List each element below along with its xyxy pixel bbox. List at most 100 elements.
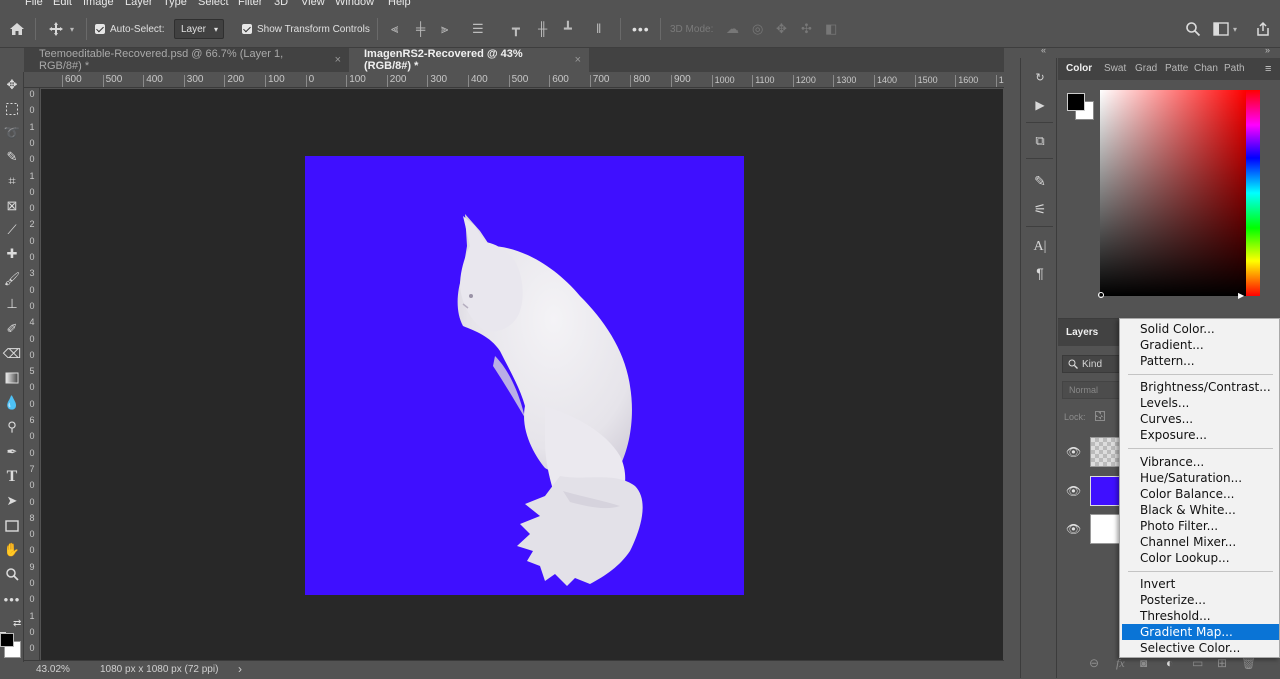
close-icon[interactable]: × bbox=[575, 54, 581, 66]
color-picker-cursor[interactable] bbox=[1098, 292, 1104, 298]
menu-item-channel-mixer[interactable]: Channel Mixer... bbox=[1122, 534, 1279, 550]
auto-select-dropdown[interactable]: Layer ▾ bbox=[174, 10, 224, 48]
close-icon[interactable]: × bbox=[335, 54, 341, 66]
menu-item-solid-color[interactable]: Solid Color... bbox=[1122, 321, 1279, 337]
distribute-vertical-icon[interactable]: ☰ bbox=[472, 22, 484, 36]
collapse-dock-icon[interactable]: « bbox=[1041, 45, 1046, 55]
rectangle-tool-icon[interactable] bbox=[2, 516, 22, 536]
new-group-icon[interactable]: ▭ bbox=[1192, 656, 1203, 670]
eyedropper-tool-icon[interactable]: ⟋ bbox=[2, 220, 22, 240]
pen-tool-icon[interactable]: ✒ bbox=[2, 442, 22, 462]
blur-tool-icon[interactable]: 💧 bbox=[2, 393, 22, 413]
healing-brush-tool-icon[interactable]: ✚ bbox=[2, 244, 22, 264]
menu-item-black-white[interactable]: Black & White... bbox=[1122, 502, 1279, 518]
history-brush-tool-icon[interactable]: ✐ bbox=[2, 319, 22, 339]
align-left-icon[interactable]: ⫷ bbox=[391, 22, 398, 36]
color-field[interactable] bbox=[1100, 90, 1246, 296]
menu-item-vibrance[interactable]: Vibrance... bbox=[1122, 454, 1279, 470]
brushes-panel-icon[interactable]: ✎ bbox=[1029, 170, 1051, 192]
menu-item-hue-saturation[interactable]: Hue/Saturation... bbox=[1122, 470, 1279, 486]
brush-tool-icon[interactable]: 🖌 bbox=[2, 269, 22, 289]
layer-mask-icon[interactable]: ◙ bbox=[1140, 656, 1147, 670]
history-panel-icon[interactable]: ↻ bbox=[1029, 66, 1051, 88]
menu-select[interactable]: Select bbox=[198, 0, 229, 8]
align-bottom-icon[interactable]: ┻ bbox=[564, 22, 572, 36]
menu-item-exposure[interactable]: Exposure... bbox=[1122, 427, 1279, 443]
blend-mode-dropdown[interactable]: Normal bbox=[1062, 381, 1122, 399]
new-layer-icon[interactable]: ⊞ bbox=[1217, 656, 1227, 670]
foreground-color-swatch[interactable] bbox=[0, 633, 14, 647]
layer-filter-kind[interactable]: Kind bbox=[1062, 355, 1122, 373]
crop-tool-icon[interactable]: ⌗ bbox=[2, 171, 22, 191]
menu-item-threshold[interactable]: Threshold... bbox=[1122, 608, 1279, 624]
menu-file[interactable]: File bbox=[25, 0, 43, 8]
menu-item-posterize[interactable]: Posterize... bbox=[1122, 592, 1279, 608]
3d-slide-icon[interactable]: ✣ bbox=[801, 22, 812, 36]
tab-layers[interactable]: Layers bbox=[1066, 327, 1098, 338]
actions-panel-icon[interactable]: ▶ bbox=[1029, 94, 1051, 116]
adjustments-panel-icon[interactable]: ⚟ bbox=[1029, 198, 1051, 220]
menu-item-levels[interactable]: Levels... bbox=[1122, 395, 1279, 411]
path-selection-tool-icon[interactable]: ➤ bbox=[2, 491, 22, 511]
clone-stamp-tool-icon[interactable]: ⊥ bbox=[2, 294, 22, 314]
color-swatches[interactable]: ⇄ bbox=[0, 618, 24, 662]
collapse-panels-icon[interactable]: » bbox=[1265, 45, 1270, 55]
character-panel-icon[interactable]: A| bbox=[1029, 236, 1051, 258]
paragraph-panel-icon[interactable]: ¶ bbox=[1029, 262, 1051, 284]
menu-item-selective-color[interactable]: Selective Color... bbox=[1122, 640, 1279, 656]
lasso-tool-icon[interactable]: ➰ bbox=[2, 123, 22, 143]
tab-patterns[interactable]: Patte bbox=[1165, 58, 1188, 80]
home-icon[interactable] bbox=[9, 10, 25, 48]
edit-toolbar-icon[interactable]: ••• bbox=[2, 589, 22, 609]
gradient-tool-icon[interactable] bbox=[2, 368, 22, 388]
menu-item-brightness-contrast[interactable]: Brightness/Contrast... bbox=[1122, 379, 1279, 395]
panel-menu-icon[interactable]: ≡ bbox=[1265, 63, 1271, 75]
3d-orbit-icon[interactable]: ☁ bbox=[726, 22, 739, 36]
menu-window[interactable]: Window bbox=[335, 0, 374, 8]
search-icon[interactable] bbox=[1185, 10, 1201, 48]
menu-3d[interactable]: 3D bbox=[274, 0, 288, 8]
type-tool-icon[interactable]: T bbox=[2, 467, 22, 487]
foreground-color-chip[interactable] bbox=[1067, 93, 1085, 111]
swap-colors-icon[interactable]: ⇄ bbox=[13, 618, 21, 629]
tab-color[interactable]: Color bbox=[1066, 58, 1092, 80]
align-right-icon[interactable]: ⫸ bbox=[441, 22, 448, 36]
3d-pan-icon[interactable]: ✥ bbox=[776, 22, 787, 36]
align-vertical-center-icon[interactable]: ╫ bbox=[538, 22, 547, 36]
menu-help[interactable]: Help bbox=[388, 0, 411, 8]
menu-view[interactable]: View bbox=[301, 0, 325, 8]
layer-style-icon[interactable]: fx bbox=[1116, 656, 1125, 671]
lock-transparency-icon[interactable] bbox=[1095, 411, 1105, 421]
tab-imagenrs2[interactable]: ImagenRS2-Recovered @ 43% (RGB/8#) * × bbox=[349, 48, 589, 72]
eye-icon[interactable]: 👁 bbox=[1066, 445, 1081, 459]
show-transform-controls-checkbox[interactable]: Show Transform Controls bbox=[242, 10, 370, 48]
menu-item-curves[interactable]: Curves... bbox=[1122, 411, 1279, 427]
menu-layer[interactable]: Layer bbox=[125, 0, 153, 8]
eye-icon[interactable]: 👁 bbox=[1066, 484, 1081, 498]
new-adjustment-layer-icon[interactable]: ◐ bbox=[1166, 656, 1173, 670]
zoom-tool-icon[interactable] bbox=[2, 564, 22, 584]
eye-icon[interactable]: 👁 bbox=[1066, 522, 1081, 536]
move-tool-preset[interactable]: ▾ bbox=[48, 10, 74, 48]
tab-gradients[interactable]: Grad bbox=[1135, 58, 1157, 80]
hue-slider-handle[interactable]: ▶ bbox=[1238, 291, 1244, 300]
align-horizontal-center-icon[interactable]: ╪ bbox=[416, 22, 425, 36]
tab-swatches[interactable]: Swat bbox=[1104, 58, 1126, 80]
auto-select-checkbox[interactable]: Auto-Select: bbox=[95, 10, 164, 48]
menu-item-gradient-map[interactable]: Gradient Map... bbox=[1122, 624, 1279, 640]
frame-tool-icon[interactable]: ⊠ bbox=[2, 196, 22, 216]
menu-item-color-balance[interactable]: Color Balance... bbox=[1122, 486, 1279, 502]
marquee-tool-icon[interactable] bbox=[2, 99, 22, 119]
document-canvas[interactable] bbox=[305, 156, 744, 595]
workspace-switcher[interactable]: ▾ bbox=[1213, 10, 1237, 48]
tab-paths[interactable]: Path bbox=[1224, 58, 1245, 80]
menu-item-photo-filter[interactable]: Photo Filter... bbox=[1122, 518, 1279, 534]
zoom-level[interactable]: 43.02% bbox=[36, 664, 70, 675]
more-options-button[interactable]: ••• bbox=[632, 10, 650, 48]
move-tool-icon[interactable]: ✥ bbox=[2, 75, 22, 95]
dodge-tool-icon[interactable]: ⚲ bbox=[2, 417, 22, 437]
menu-item-invert[interactable]: Invert bbox=[1122, 576, 1279, 592]
menu-image[interactable]: Image bbox=[83, 0, 114, 8]
hand-tool-icon[interactable]: ✋ bbox=[2, 540, 22, 560]
hue-slider[interactable] bbox=[1246, 90, 1260, 296]
